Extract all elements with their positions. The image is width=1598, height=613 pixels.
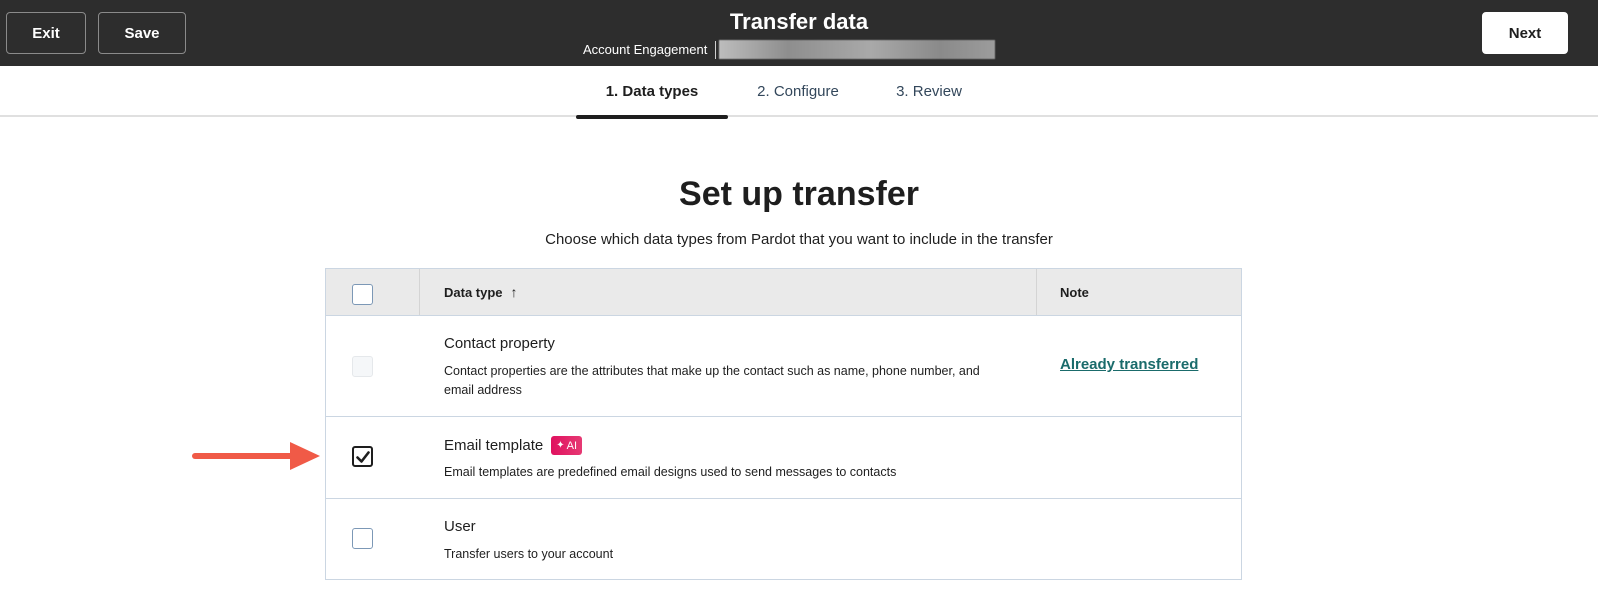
ai-badge: ✦ AI xyxy=(551,436,583,455)
column-header-data-type-label: Data type xyxy=(444,284,503,300)
next-button[interactable]: Next xyxy=(1482,12,1568,54)
already-transferred-link[interactable]: Already transferred xyxy=(1060,356,1198,373)
tab-review[interactable]: 3. Review xyxy=(886,66,972,117)
row-description: Transfer users to your account xyxy=(444,547,614,561)
page-title: Transfer data xyxy=(729,9,869,34)
row-checkbox-email-template[interactable] xyxy=(352,446,373,467)
section-description: Choose which data types from Pardot that… xyxy=(545,231,1053,248)
subtitle-divider xyxy=(715,40,717,59)
row-checkbox-user[interactable] xyxy=(352,528,373,549)
sort-ascending-icon[interactable]: ↑ xyxy=(511,284,518,300)
checkmark-icon xyxy=(356,451,370,463)
table-row-email-template: Email template ✦ AI Email templates are … xyxy=(326,417,1241,499)
header-subtitle: Account Engagement xyxy=(583,40,996,59)
top-bar: Exit Save Transfer data Account Engageme… xyxy=(0,0,1598,66)
redacted-account-name xyxy=(719,40,996,59)
row-title: User xyxy=(444,518,476,535)
table-header: Data type ↑ Note xyxy=(326,269,1241,316)
row-title-text: Email template xyxy=(444,437,544,454)
sparkle-icon: ✦ xyxy=(556,440,565,451)
column-header-note: Note xyxy=(1060,284,1089,300)
table-row-user: User Transfer users to your account xyxy=(326,499,1241,579)
select-all-checkbox[interactable] xyxy=(352,284,373,305)
table-row-contact-property: Contact property Contact properties are … xyxy=(326,316,1241,417)
row-title: Email template ✦ AI xyxy=(444,436,583,455)
tab-data-types[interactable]: 1. Data types xyxy=(576,66,728,119)
step-tabs: 1. Data types 2. Configure 3. Review xyxy=(0,66,1598,119)
header-divider xyxy=(1036,269,1037,315)
header-divider xyxy=(419,269,420,315)
row-description: Email templates are predefined email des… xyxy=(444,465,897,479)
row-title: Contact property xyxy=(444,335,555,352)
data-types-table: Data type ↑ Note Contact property Contac… xyxy=(325,268,1242,580)
subtitle-label: Account Engagement xyxy=(583,42,708,57)
section-heading: Set up transfer xyxy=(679,175,919,213)
row-description: Contact properties are the attributes th… xyxy=(444,364,980,397)
row-checkbox-contact-property xyxy=(352,356,373,377)
tab-configure[interactable]: 2. Configure xyxy=(745,66,851,117)
ai-badge-label: AI xyxy=(566,439,578,452)
column-header-data-type[interactable]: Data type ↑ xyxy=(444,269,518,315)
annotation-arrow-icon xyxy=(192,442,320,470)
